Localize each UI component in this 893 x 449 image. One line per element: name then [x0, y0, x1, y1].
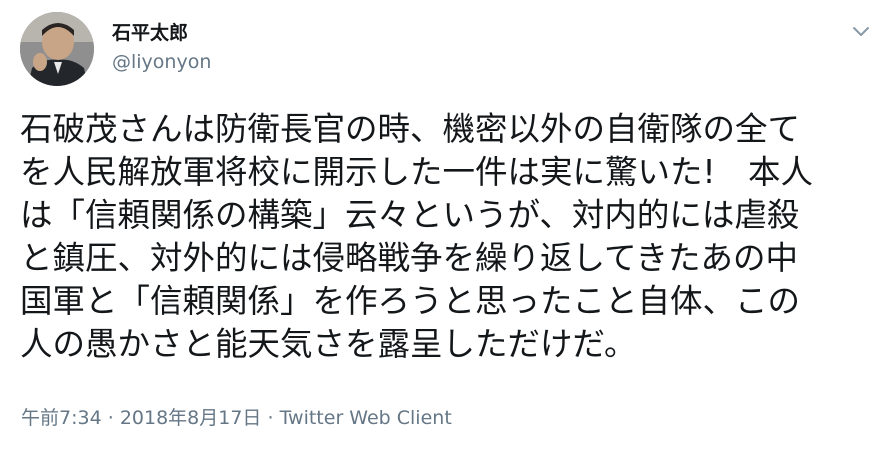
avatar-image: [20, 12, 94, 86]
user-handle[interactable]: @liyonyon: [112, 51, 211, 73]
chevron-down-icon[interactable]: [850, 20, 872, 42]
tweet-date[interactable]: 2018年8月17日: [120, 407, 262, 429]
meta-separator: ·: [267, 407, 274, 429]
display-name[interactable]: 石平太郎: [112, 18, 188, 45]
tweet-meta: 午前7:34 · 2018年8月17日 · Twitter Web Client: [21, 403, 452, 430]
tweet-time[interactable]: 午前7:34: [21, 407, 102, 429]
tweet-card: 石平太郎 @liyonyon 石破茂さんは防衛長官の時、機密以外の自衛隊の全て …: [0, 0, 893, 449]
meta-separator: ·: [107, 407, 114, 429]
tweet-text: 石破茂さんは防衛長官の時、機密以外の自衛隊の全て を人民解放軍将校に開示した一件…: [20, 110, 814, 363]
avatar[interactable]: [20, 12, 94, 86]
tweet-source: Twitter Web Client: [279, 407, 452, 429]
